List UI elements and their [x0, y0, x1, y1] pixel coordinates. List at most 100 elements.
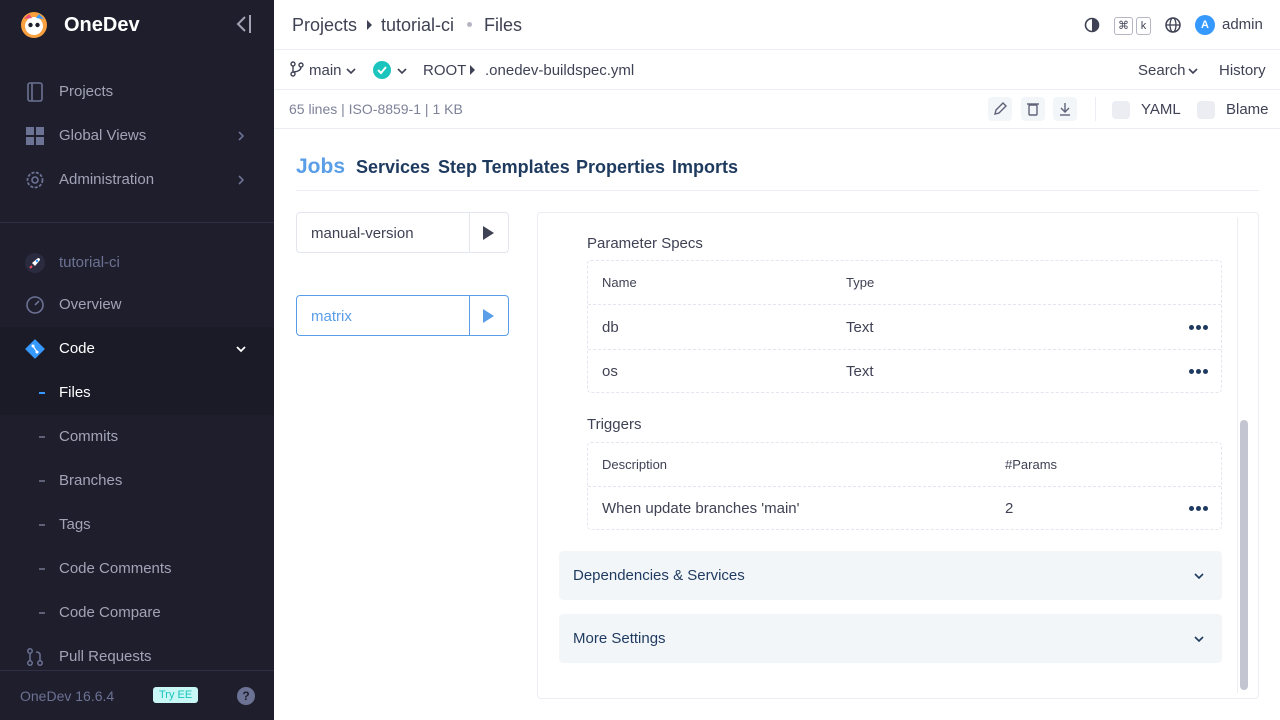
job-name[interactable]: matrix	[311, 308, 352, 325]
nav-files-label: Files	[59, 384, 91, 401]
nav-code-commits[interactable]: Commits	[0, 415, 274, 459]
grid-icon	[24, 125, 46, 147]
chevron-down-icon[interactable]	[345, 64, 357, 76]
kbd-k[interactable]: k	[1136, 17, 1151, 35]
history-link[interactable]: History	[1219, 62, 1266, 79]
blame-checkbox[interactable]	[1197, 101, 1215, 119]
onedev-logo-icon[interactable]	[20, 11, 48, 39]
sidebar: OneDev Projects Global Views Administrat…	[0, 0, 274, 720]
sidebar-footer: OneDev 16.6.4 Try EE ?	[0, 670, 274, 720]
param-name: db	[602, 319, 619, 336]
nav-code[interactable]: Code	[0, 327, 274, 371]
sidebar-divider	[0, 222, 274, 223]
triggers-title: Triggers	[587, 416, 642, 433]
theme-toggle-icon[interactable]	[1083, 16, 1101, 34]
param-specs-table: Name Type db Text os Text	[587, 260, 1222, 393]
nav-global-views-label: Global Views	[59, 127, 147, 144]
nav-global-views[interactable]: Global Views	[0, 114, 274, 158]
nav-branches-label: Branches	[59, 472, 123, 489]
help-icon[interactable]: ?	[237, 687, 255, 705]
nav-code-branches[interactable]: Branches	[0, 459, 274, 503]
branch-icon	[290, 61, 304, 77]
path-root[interactable]: ROOT	[423, 62, 466, 79]
avatar[interactable]: A	[1195, 15, 1215, 35]
delete-icon[interactable]	[1021, 97, 1045, 121]
chevron-down-icon[interactable]	[1187, 64, 1199, 76]
nav-tags-label: Tags	[59, 516, 91, 533]
column-header: Name	[602, 275, 637, 290]
file-info: 65 lines | ISO-8859-1 | 1 KB	[289, 101, 463, 117]
accordion-label: Dependencies & Services	[573, 567, 745, 584]
gauge-icon	[24, 294, 46, 316]
breadcrumb-arrow-icon	[367, 20, 372, 30]
yaml-label[interactable]: YAML	[1141, 101, 1181, 118]
chevron-right-icon	[234, 129, 248, 143]
chevron-right-icon	[234, 173, 248, 187]
username[interactable]: admin	[1222, 16, 1263, 33]
nav-projects[interactable]: Projects	[0, 70, 274, 114]
more-actions-icon[interactable]	[1189, 506, 1209, 512]
job-name[interactable]: manual-version	[311, 225, 414, 242]
nav-overview[interactable]: Overview	[0, 283, 274, 327]
kbd-cmd[interactable]: ⌘	[1114, 17, 1133, 35]
job-item[interactable]: manual-version	[296, 212, 509, 253]
collapse-sidebar-icon[interactable]	[234, 13, 254, 35]
nav-code-compare[interactable]: Code Compare	[0, 591, 274, 635]
nav-code-label: Code	[59, 340, 95, 357]
nav-overview-label: Overview	[59, 296, 122, 313]
download-icon[interactable]	[1053, 97, 1077, 121]
accordion-more-settings[interactable]: More Settings	[559, 614, 1222, 663]
nav-administration-label: Administration	[59, 171, 155, 188]
path-arrow-icon	[470, 65, 475, 75]
search-dropdown[interactable]: Search	[1138, 62, 1186, 79]
gear-icon	[24, 169, 46, 191]
nav-code-tags[interactable]: Tags	[0, 503, 274, 547]
tab-services[interactable]: Services	[356, 157, 430, 178]
edit-icon[interactable]	[988, 97, 1012, 121]
breadcrumb-projects[interactable]: Projects	[292, 15, 357, 35]
project-header[interactable]: tutorial-ci	[0, 241, 274, 285]
more-actions-icon[interactable]	[1189, 325, 1209, 331]
app-name[interactable]: OneDev	[64, 14, 140, 36]
run-job-icon[interactable]	[483, 309, 494, 323]
run-job-icon[interactable]	[483, 226, 494, 240]
trigger-params: 2	[1005, 500, 1014, 517]
pull-request-icon	[24, 646, 46, 668]
git-icon	[24, 338, 46, 360]
blame-label[interactable]: Blame	[1226, 101, 1269, 118]
nav-projects-label: Projects	[59, 83, 114, 100]
trigger-description: When update branches 'main'	[602, 500, 800, 517]
breadcrumb-dot	[467, 22, 472, 27]
try-ee-badge[interactable]: Try EE	[153, 687, 199, 703]
chevron-down-icon	[1193, 569, 1205, 581]
breadcrumb-project[interactable]: tutorial-ci	[381, 15, 454, 35]
param-type: Text	[846, 363, 874, 380]
column-header: Type	[846, 275, 875, 290]
nav-commits-label: Commits	[59, 428, 119, 445]
job-item[interactable]: matrix	[296, 295, 509, 336]
panel-scrollbar[interactable]	[1240, 420, 1248, 690]
nav-code-files[interactable]: Files	[0, 371, 274, 415]
project-name: tutorial-ci	[59, 254, 120, 271]
globe-icon[interactable]	[1164, 16, 1182, 34]
chevron-down-icon	[1193, 632, 1205, 644]
tab-imports[interactable]: Imports	[672, 157, 738, 178]
path-file: .onedev-buildspec.yml	[485, 62, 635, 79]
page-title: Files	[484, 15, 523, 35]
param-type: Text	[846, 319, 874, 336]
more-actions-icon[interactable]	[1189, 369, 1209, 375]
yaml-checkbox[interactable]	[1112, 101, 1130, 119]
tab-properties[interactable]: Properties	[576, 157, 665, 178]
rocket-icon	[24, 252, 46, 274]
chevron-down-icon[interactable]	[396, 64, 408, 76]
nav-code-comments-label: Code Comments	[59, 560, 172, 577]
accordion-dependencies-services[interactable]: Dependencies & Services	[559, 551, 1222, 600]
tab-jobs[interactable]: Jobs	[296, 155, 345, 179]
nav-code-compare-label: Code Compare	[59, 604, 161, 621]
nav-administration[interactable]: Administration	[0, 158, 274, 202]
nav-code-comments[interactable]: Code Comments	[0, 547, 274, 591]
tab-step-templates[interactable]: Step Templates	[438, 157, 570, 178]
column-header: #Params	[1005, 457, 1058, 472]
build-success-icon[interactable]	[373, 61, 391, 79]
branch-selector[interactable]: main	[309, 62, 342, 79]
